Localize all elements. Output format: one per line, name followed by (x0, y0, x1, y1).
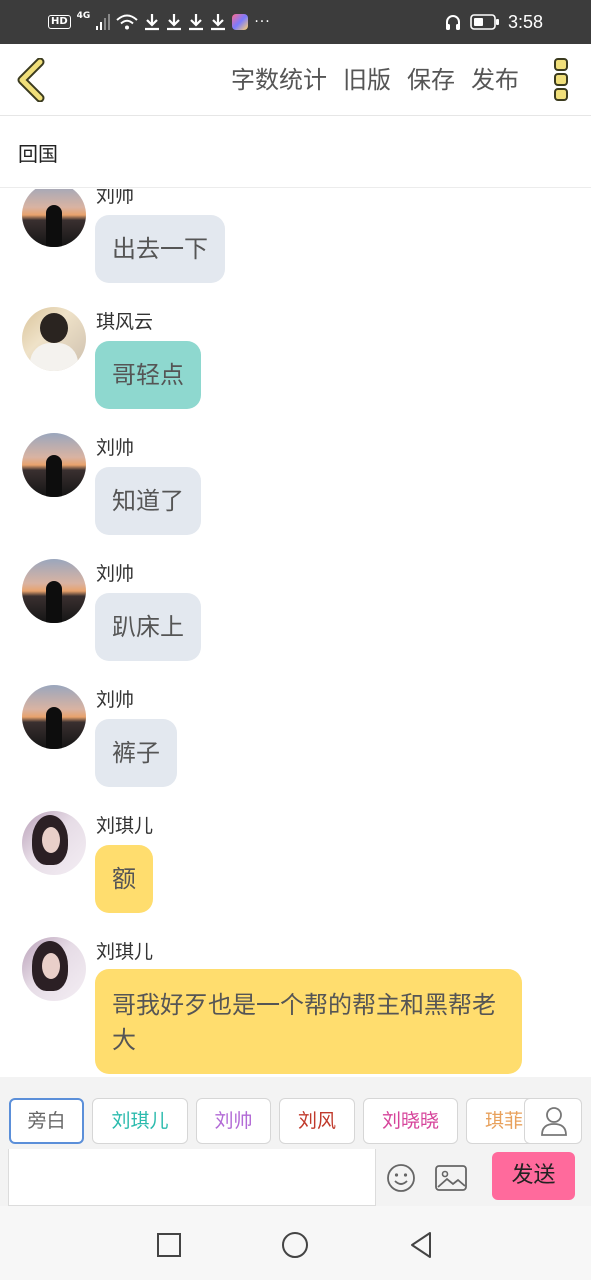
square-icon (157, 1233, 181, 1257)
speaker-name: 刘帅 (96, 689, 135, 711)
smiley-icon (387, 1164, 415, 1192)
battery-icon (470, 14, 499, 30)
download-icon (189, 14, 204, 31)
recents-button[interactable] (154, 1230, 184, 1260)
image-button[interactable] (434, 1163, 468, 1193)
message-bubble[interactable]: 出去一下 (95, 215, 225, 283)
message-bubble[interactable]: 裤子 (95, 719, 177, 787)
speaker-name: 刘帅 (96, 437, 135, 459)
role-tab-liu-qier[interactable]: 刘琪儿 (92, 1098, 188, 1144)
role-tab-narration[interactable]: 旁白 (9, 1098, 84, 1144)
chevron-left-icon (17, 57, 45, 103)
app-notification-icon (232, 14, 249, 30)
download-icon (167, 14, 182, 31)
publish-button[interactable]: 发布 (471, 62, 519, 98)
save-button[interactable]: 保存 (407, 62, 455, 98)
speaker-name: 琪风云 (96, 311, 154, 333)
role-tab-liu-xiaoxiao[interactable]: 刘晓晓 (363, 1098, 458, 1144)
avatar[interactable] (22, 433, 86, 497)
status-bar: HD 4G ··· 3:58 (0, 0, 591, 44)
send-button[interactable]: 发送 (492, 1152, 575, 1200)
hd-badge: HD (48, 15, 71, 29)
status-left: HD 4G ··· (48, 10, 271, 34)
word-count-button[interactable]: 字数统计 (231, 62, 327, 98)
avatar[interactable] (22, 937, 86, 1001)
message-bubble[interactable]: 哥轻点 (95, 341, 201, 409)
old-version-button[interactable]: 旧版 (343, 62, 391, 98)
image-icon (435, 1165, 467, 1191)
avatar[interactable] (22, 307, 86, 371)
headphones-icon (445, 15, 460, 30)
triangle-back-icon (411, 1232, 431, 1258)
status-right: 3:58 (444, 10, 543, 34)
message-bubble[interactable]: 趴床上 (95, 593, 201, 661)
chapter-title[interactable]: 回国 (18, 138, 58, 167)
avatar[interactable] (22, 811, 86, 875)
composer: 发送 (0, 1149, 591, 1206)
avatar[interactable] (22, 685, 86, 749)
message-bubble[interactable]: 知道了 (95, 467, 201, 535)
add-role-button[interactable] (524, 1098, 582, 1144)
avatar[interactable] (22, 559, 86, 623)
speaker-name: 刘琪儿 (96, 941, 154, 963)
speaker-name: 刘琪儿 (96, 815, 154, 837)
circle-icon (282, 1232, 308, 1258)
three-dots-vertical-icon (554, 58, 568, 101)
role-tab-liu-feng[interactable]: 刘风 (279, 1098, 355, 1144)
emoji-button[interactable] (386, 1163, 416, 1193)
clock: 3:58 (507, 11, 543, 32)
message-bubble[interactable]: 额 (95, 845, 153, 913)
wifi-icon (116, 14, 138, 30)
network-type: 4G (76, 11, 91, 21)
system-nav-bar (0, 1206, 591, 1280)
chat-list[interactable]: 刘帅 出去一下 琪风云 哥轻点 刘帅 知道了 刘帅 趴床上 刘帅 裤子 刘琪儿 … (0, 189, 591, 1077)
role-selector: 旁白 刘琪儿 刘帅 刘风 刘晓晓 琪菲 (0, 1077, 591, 1149)
avatar[interactable] (22, 189, 86, 247)
more-menu-button[interactable] (549, 56, 573, 104)
header-actions: 字数统计 旧版 保存 发布 (231, 62, 519, 98)
more-notifications: ··· (254, 14, 271, 30)
message-input[interactable] (8, 1149, 376, 1206)
message-bubble[interactable]: 哥我好歹也是一个帮的帮主和黑帮老大 (95, 969, 522, 1074)
user-icon (541, 1107, 567, 1136)
home-button[interactable] (280, 1230, 310, 1260)
speaker-name: 刘帅 (96, 563, 135, 585)
speaker-name: 刘帅 (96, 189, 135, 207)
role-tab-liu-shuai[interactable]: 刘帅 (196, 1098, 271, 1144)
chapter-title-bar[interactable]: 回国 (0, 116, 591, 188)
signal-icon (96, 14, 111, 30)
download-icon (211, 14, 226, 31)
editor-header: 字数统计 旧版 保存 发布 (0, 44, 591, 116)
download-icon (145, 14, 160, 31)
back-nav-button[interactable] (406, 1230, 436, 1260)
back-button[interactable] (12, 57, 52, 103)
